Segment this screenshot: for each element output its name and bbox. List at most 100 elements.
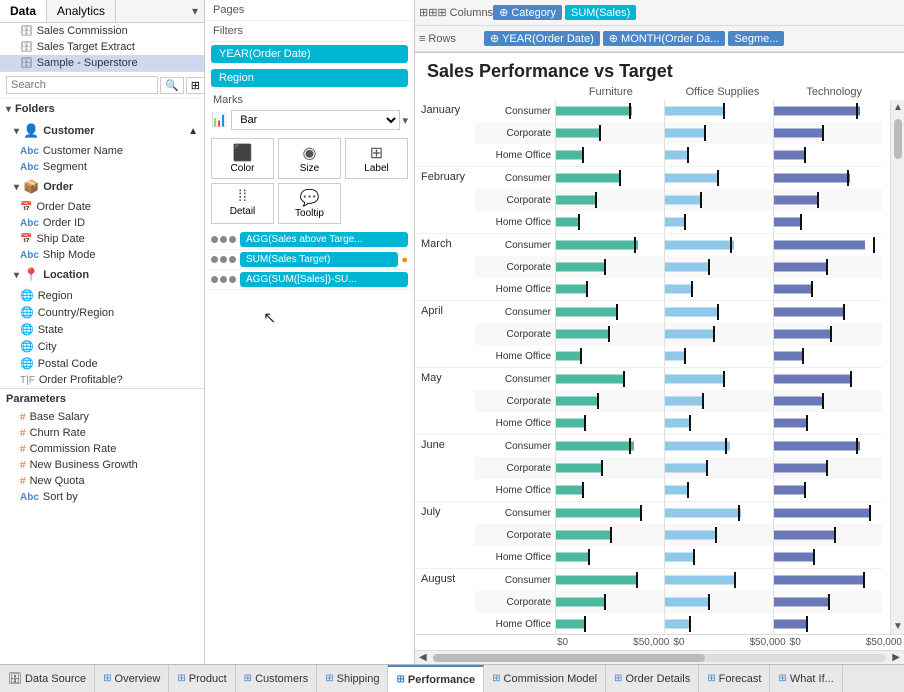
param-new-quota[interactable]: # New Quota bbox=[0, 473, 204, 489]
tab-analytics[interactable]: Analytics bbox=[47, 0, 116, 22]
month-group-february: FebruaryConsumerCorporateHome Office bbox=[415, 167, 882, 234]
chart-title-row: Sales Performance vs Target bbox=[415, 53, 904, 86]
datasource-sales-target[interactable]: 🗄 Sales Target Extract bbox=[0, 39, 204, 55]
month-label-july: July bbox=[415, 502, 475, 568]
order-group-header[interactable]: ▾ 📦 Order bbox=[0, 175, 204, 199]
tree-item-order-id[interactable]: Abc Order ID bbox=[0, 215, 204, 231]
hscroll-bar[interactable] bbox=[433, 654, 887, 662]
pill-month-order-date[interactable]: ⊕ MONTH(Order Da... bbox=[603, 31, 726, 46]
segment-rows-may: ConsumerCorporateHome Office bbox=[475, 368, 882, 434]
marks-buttons: ⬛ Color ◉ Size ⊞ Label ⁞⁞ Detail 💬 Toolt… bbox=[205, 132, 414, 230]
tree-item-ship-mode[interactable]: Abc Ship Mode bbox=[0, 247, 204, 263]
tree-item-customer-name[interactable]: Abc Customer Name bbox=[0, 143, 204, 159]
col-group-1 bbox=[664, 435, 773, 457]
tree-item-city[interactable]: 🌐 City bbox=[0, 338, 204, 355]
filter-year[interactable]: YEAR(Order Date) bbox=[211, 45, 408, 63]
hscroll-right-button[interactable]: ▶ bbox=[890, 652, 902, 663]
marks-dropdown-arrow[interactable]: ▾ bbox=[402, 114, 408, 127]
pill-segment[interactable]: Segme... bbox=[728, 31, 784, 46]
pill-edit-icon[interactable]: ● bbox=[401, 254, 408, 266]
month-label-february: February bbox=[415, 167, 475, 233]
param-new-business-growth[interactable]: # New Business Growth bbox=[0, 457, 204, 473]
tab-product[interactable]: ⊞ Product bbox=[169, 665, 235, 692]
datasource-sales-commission[interactable]: 🗄 Sales Commission bbox=[0, 23, 204, 39]
segment-row-consumer: Consumer bbox=[475, 435, 882, 457]
bar-2 bbox=[774, 620, 806, 629]
tab-what-if[interactable]: ⊞ What If... bbox=[770, 665, 842, 692]
search-input[interactable] bbox=[6, 76, 158, 94]
col-group-2 bbox=[773, 390, 882, 412]
col-group-2 bbox=[773, 479, 882, 501]
pill-sales-above-target[interactable]: AGG(Sales above Targe... bbox=[240, 232, 408, 247]
marks-tooltip-button[interactable]: 💬 Tooltip bbox=[278, 183, 341, 224]
pill-year-order-date[interactable]: ⊕ YEAR(Order Date) bbox=[484, 31, 600, 46]
segment-row-consumer: Consumer bbox=[475, 368, 882, 390]
col-group-1 bbox=[664, 412, 773, 434]
param-commission-rate[interactable]: # Commission Rate bbox=[0, 441, 204, 457]
tree-item-ship-date[interactable]: 📅 Ship Date bbox=[0, 231, 204, 247]
target-line-0 bbox=[584, 616, 586, 632]
pill-category[interactable]: ⊕ Category bbox=[493, 5, 562, 20]
segment-row-corporate: Corporate bbox=[475, 457, 882, 479]
chart-rows-area[interactable]: JanuaryConsumerCorporateHome OfficeFebru… bbox=[415, 100, 890, 634]
bars-container bbox=[555, 457, 882, 479]
tab-performance[interactable]: ⊞ Performance bbox=[388, 665, 484, 692]
chart-vscroll[interactable]: ▲ ▼ bbox=[890, 100, 904, 634]
bar-2 bbox=[774, 486, 804, 495]
tab-customers[interactable]: ⊞ Customers bbox=[236, 665, 318, 692]
segment-label-corporate: Corporate bbox=[475, 396, 555, 407]
tree-item-state[interactable]: 🌐 State bbox=[0, 321, 204, 338]
target-line-0 bbox=[619, 170, 621, 186]
location-group-header[interactable]: ▾ 📍 Location bbox=[0, 263, 204, 287]
col-group-1 bbox=[664, 122, 773, 144]
marks-detail-button[interactable]: ⁞⁞ Detail bbox=[211, 183, 274, 224]
col-group-0 bbox=[555, 234, 664, 256]
scroll-up-icon[interactable]: ▲ bbox=[188, 126, 198, 137]
pill-agg-sum-sales[interactable]: AGG(SUM([Sales])-SU... bbox=[240, 272, 408, 287]
target-line-2 bbox=[843, 304, 845, 320]
tree-item-country[interactable]: 🌐 Country/Region bbox=[0, 304, 204, 321]
tree-item-order-profitable[interactable]: T|F Order Profitable? bbox=[0, 372, 204, 388]
bar-chart-icon: 📊 bbox=[211, 112, 227, 128]
pill-sum-sales-target[interactable]: SUM(Sales Target) bbox=[240, 252, 398, 267]
tab-forecast[interactable]: ⊞ Forecast bbox=[699, 665, 770, 692]
target-line-2 bbox=[826, 460, 828, 476]
target-line-2 bbox=[834, 527, 836, 543]
panel-tab-dropdown[interactable]: ▾ bbox=[186, 0, 204, 22]
scroll-thumb[interactable] bbox=[891, 115, 904, 619]
filter-region[interactable]: Region bbox=[211, 69, 408, 87]
datasource-superstore[interactable]: 🗄 Sample - Superstore bbox=[0, 55, 204, 71]
param-sort-by[interactable]: Abc Sort by bbox=[0, 489, 204, 505]
search-button[interactable]: 🔍 bbox=[160, 77, 184, 94]
grid-view-button[interactable]: ⊞ bbox=[186, 77, 205, 94]
tree-item-order-date[interactable]: 📅 Order Date bbox=[0, 199, 204, 215]
scroll-down-button[interactable]: ▼ bbox=[891, 619, 904, 634]
target-line-0 bbox=[580, 348, 582, 364]
pill-sum-sales[interactable]: SUM(Sales) bbox=[565, 5, 636, 20]
tab-overview[interactable]: ⊞ Overview bbox=[95, 665, 169, 692]
marks-type-select[interactable]: Bar bbox=[231, 110, 400, 130]
folders-header[interactable]: ▾ Folders bbox=[0, 99, 204, 119]
hscroll-left-button[interactable]: ◀ bbox=[417, 652, 429, 663]
segment-row-home-office: Home Office bbox=[475, 546, 882, 568]
tooltip-icon: 💬 bbox=[300, 188, 320, 208]
tab-commission-model[interactable]: ⊞ Commission Model bbox=[484, 665, 606, 692]
scroll-up-button[interactable]: ▲ bbox=[891, 100, 904, 115]
marks-label: Marks bbox=[205, 90, 414, 108]
tree-item-postal-code[interactable]: 🌐 Postal Code bbox=[0, 355, 204, 372]
tab-shipping[interactable]: ⊞ Shipping bbox=[317, 665, 388, 692]
customer-group-header[interactable]: ▾ 👤 Customer ▲ bbox=[0, 119, 204, 143]
marks-color-button[interactable]: ⬛ Color bbox=[211, 138, 274, 179]
marks-size-button[interactable]: ◉ Size bbox=[278, 138, 341, 179]
bar-0 bbox=[556, 375, 625, 384]
tab-datasource[interactable]: 🗄 Data Source bbox=[0, 665, 95, 692]
hscroll-thumb[interactable] bbox=[433, 654, 705, 662]
tree-item-segment[interactable]: Abc Segment bbox=[0, 159, 204, 175]
tree-item-region[interactable]: 🌐 Region bbox=[0, 287, 204, 304]
tab-data[interactable]: Data bbox=[0, 0, 47, 22]
param-churn-rate[interactable]: # Churn Rate bbox=[0, 425, 204, 441]
marks-label-button[interactable]: ⊞ Label bbox=[345, 138, 408, 179]
tab-order-details[interactable]: ⊞ Order Details bbox=[606, 665, 699, 692]
grid-icon: ⊞ bbox=[614, 673, 622, 684]
param-base-salary[interactable]: # Base Salary bbox=[0, 409, 204, 425]
